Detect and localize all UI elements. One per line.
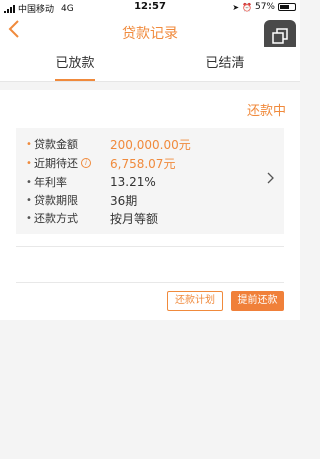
active-tab-indicator — [55, 79, 95, 81]
loan-row-amount: • 贷款金额 200,000.00元 — [26, 137, 191, 152]
page-title: 贷款记录 — [122, 26, 178, 42]
row-label: 近期待还 — [34, 157, 78, 170]
row-label: 贷款期限 — [34, 194, 78, 207]
location-icon: ➤ — [232, 2, 240, 12]
repayment-plan-button[interactable]: 还款计划 — [167, 291, 223, 311]
loan-term-value: 36期 — [110, 193, 138, 208]
nav-bar: 贷款记录 — [0, 15, 300, 52]
row-label: 贷款金额 — [34, 138, 78, 151]
loan-amount-value: 200,000.00元 — [110, 137, 191, 152]
repayment-method-value: 按月等额 — [110, 211, 159, 226]
tab-bar: 已放款 已结清 — [0, 47, 300, 82]
battery-icon — [278, 3, 296, 11]
loan-record-panel: 还款中 • 贷款金额 200,000.00元 • 近期待还 i 6,758.07… — [0, 90, 300, 320]
divider — [16, 282, 284, 283]
status-bar: 中国移动 4G 12:57 ➤ ⏰ 57% — [0, 0, 300, 15]
row-label: 年利率 — [34, 176, 67, 189]
loan-status: 还款中 — [246, 104, 286, 119]
status-right: ➤ ⏰ 57% — [232, 2, 296, 12]
loan-row-term: • 贷款期限 36期 — [26, 193, 138, 208]
loan-row-next-due: • 近期待还 i 6,758.07元 — [26, 156, 176, 171]
info-icon[interactable]: i — [81, 158, 91, 168]
annual-rate-value: 13.21% — [110, 175, 156, 189]
loan-row-rate: • 年利率 13.21% — [26, 175, 156, 189]
chevron-right-icon — [266, 172, 274, 188]
early-repayment-button[interactable]: 提前还款 — [231, 291, 284, 311]
divider — [16, 246, 284, 247]
battery-percent: 57% — [254, 2, 275, 12]
window-icon — [272, 28, 288, 44]
tab-disbursed[interactable]: 已放款 — [0, 47, 150, 82]
loan-row-method: • 还款方式 按月等额 — [26, 211, 159, 226]
row-label: 还款方式 — [34, 212, 78, 225]
next-due-value: 6,758.07元 — [110, 156, 176, 171]
tab-settled[interactable]: 已结清 — [150, 47, 300, 82]
loan-detail-card[interactable]: • 贷款金额 200,000.00元 • 近期待还 i 6,758.07元 • … — [16, 128, 284, 234]
alarm-icon: ⏰ — [242, 2, 252, 12]
